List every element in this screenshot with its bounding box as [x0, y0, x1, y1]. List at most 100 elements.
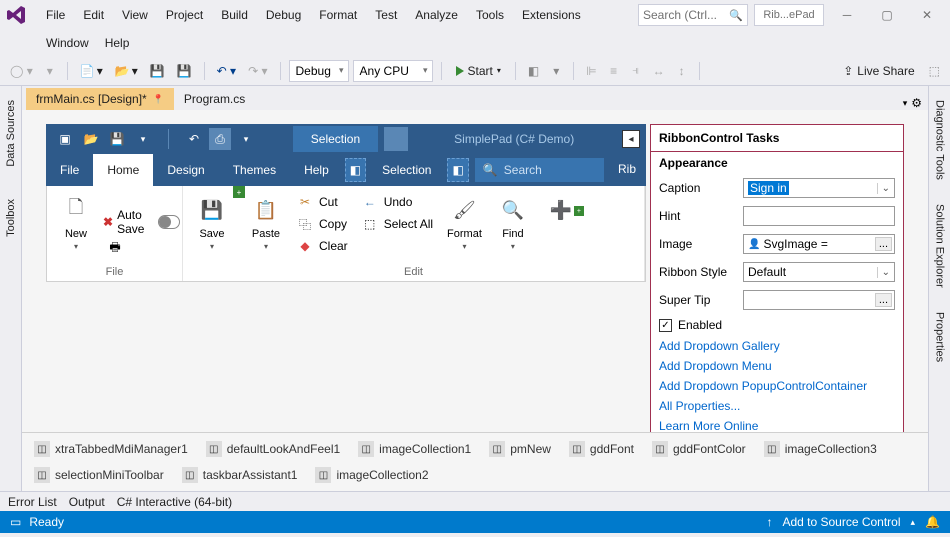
menu-test[interactable]: Test: [367, 4, 405, 26]
toggle-icon[interactable]: [158, 215, 180, 229]
component-item[interactable]: ◫selectionMiniToolbar: [34, 467, 164, 483]
rail-solution-explorer[interactable]: Solution Explorer: [932, 198, 948, 294]
component-item[interactable]: ◫imageCollection1: [358, 441, 471, 457]
qat-app-icon[interactable]: ▣: [54, 128, 76, 150]
component-item[interactable]: ◫taskbarAssistant1: [182, 467, 298, 483]
tb-icon-2[interactable]: ▾: [547, 62, 565, 80]
smart-tag-icon[interactable]: ◂: [622, 130, 640, 148]
undo-button[interactable]: ↶ ▾: [213, 62, 240, 80]
supertip-input[interactable]: [743, 290, 895, 310]
save-button[interactable]: 💾: [146, 62, 169, 80]
notifications-icon[interactable]: 🔔: [925, 515, 940, 529]
align-right-icon[interactable]: ⫣: [627, 61, 645, 80]
menu-debug[interactable]: Debug: [258, 4, 309, 26]
pin-icon[interactable]: 📍: [153, 94, 164, 105]
component-item[interactable]: ◫defaultLookAndFeel1: [206, 441, 340, 457]
component-item[interactable]: ◫gddFontColor: [652, 441, 746, 457]
menu-window[interactable]: Window: [38, 32, 97, 54]
menu-extensions[interactable]: Extensions: [514, 4, 589, 26]
solution-name[interactable]: Rib...ePad: [754, 4, 824, 26]
component-item[interactable]: ◫xtraTabbedMdiManager1: [34, 441, 188, 457]
menu-analyze[interactable]: Analyze: [407, 4, 466, 26]
tab-program-cs[interactable]: Program.cs: [174, 88, 255, 110]
ribbon-tab-themes[interactable]: Themes: [219, 154, 290, 186]
copy-button[interactable]: ⿻Copy: [293, 214, 352, 234]
find-button[interactable]: 🔍 Find ▾: [492, 192, 534, 253]
enabled-checkbox[interactable]: ✓ Enabled: [651, 314, 903, 336]
style-combo[interactable]: Default: [743, 262, 895, 282]
open-button[interactable]: 📂▾: [111, 62, 142, 80]
rail-properties[interactable]: Properties: [932, 306, 948, 368]
qat-save-icon[interactable]: 💾: [106, 128, 128, 150]
gear-icon[interactable]: ⚙: [911, 96, 922, 110]
qat-undo-icon[interactable]: ↶: [183, 128, 205, 150]
image-input[interactable]: 👤SvgImage =: [743, 234, 895, 254]
start-debug-button[interactable]: Start ▾: [450, 62, 507, 80]
ribbon-sep-icon[interactable]: ◧: [345, 158, 366, 182]
link-add-gallery[interactable]: Add Dropdown Gallery: [651, 336, 903, 356]
configuration-combo[interactable]: Debug: [289, 60, 349, 82]
qat-print-icon[interactable]: ⎙: [209, 128, 231, 150]
rail-data-sources[interactable]: Data Sources: [3, 94, 19, 173]
save-all-button[interactable]: 💾: [173, 62, 196, 80]
ribbon-tab-home[interactable]: Home: [93, 154, 153, 186]
link-all-properties[interactable]: All Properties...: [651, 396, 903, 416]
bottom-tab-error-list[interactable]: Error List: [8, 495, 57, 509]
ribbon-tab-design[interactable]: Design: [153, 154, 218, 186]
component-item[interactable]: ◫pmNew: [489, 441, 551, 457]
rail-toolbox[interactable]: Toolbox: [3, 193, 19, 243]
ribbon-sep-icon2[interactable]: ◧: [447, 158, 468, 182]
minimize-button[interactable]: ─: [830, 3, 864, 27]
ribbon-more-button[interactable]: ➕ +: [540, 192, 582, 228]
align-center-icon[interactable]: ≡: [605, 62, 623, 80]
autosave-toggle[interactable]: ✖ Auto Save: [103, 208, 180, 236]
ribbon-title-selection-tab[interactable]: Selection: [293, 126, 378, 152]
tab-dropdown-icon[interactable]: ▾: [903, 98, 908, 109]
menu-file[interactable]: File: [38, 4, 73, 26]
menu-help[interactable]: Help: [97, 32, 138, 54]
rail-diagnostic-tools[interactable]: Diagnostic Tools: [932, 94, 948, 186]
link-learn-more[interactable]: Learn More Online: [651, 416, 903, 432]
undo-button-ribbon[interactable]: ←Undo: [358, 192, 437, 212]
clear-button[interactable]: ◆Clear: [293, 236, 352, 256]
caption-input[interactable]: Sign in: [743, 178, 895, 198]
menu-build[interactable]: Build: [213, 4, 256, 26]
menu-view[interactable]: View: [114, 4, 156, 26]
component-item[interactable]: ◫imageCollection2: [315, 467, 428, 483]
maximize-button[interactable]: ▢: [870, 3, 904, 27]
close-button[interactable]: ✕: [910, 3, 944, 27]
nav-back-button[interactable]: ◯ ▾: [6, 62, 37, 80]
ribbon-tab-selection[interactable]: Selection: [368, 154, 445, 186]
tb-icon-1[interactable]: ◧: [524, 62, 543, 80]
format-button[interactable]: 🖌 Format ▾: [443, 192, 486, 253]
platform-combo[interactable]: Any CPU: [353, 60, 433, 82]
feedback-icon[interactable]: ⬚: [925, 62, 944, 80]
paste-button[interactable]: 📋 Paste ▾: [245, 192, 287, 253]
live-share-button[interactable]: ⇪ Live Share: [837, 62, 920, 80]
ribbon-tab-file[interactable]: File: [46, 154, 93, 186]
menu-tools[interactable]: Tools: [468, 4, 512, 26]
save-button-ribbon[interactable]: 💾 Save ▾: [191, 192, 233, 253]
source-control-button[interactable]: Add to Source Control: [782, 515, 900, 529]
cut-button[interactable]: ✂Cut: [293, 192, 352, 212]
link-add-popup[interactable]: Add Dropdown PopupControlContainer: [651, 376, 903, 396]
selectall-button[interactable]: ⬚Select All: [358, 214, 437, 234]
bottom-tab-output[interactable]: Output: [69, 495, 105, 509]
link-add-menu[interactable]: Add Dropdown Menu: [651, 356, 903, 376]
new-project-button[interactable]: 📄▾: [76, 62, 107, 80]
distribute-h-icon[interactable]: ↔: [649, 62, 669, 80]
print-button[interactable]: 🖶: [103, 238, 180, 258]
nav-fwd-button[interactable]: ▾: [41, 62, 59, 80]
chevron-up-icon[interactable]: ▴: [911, 517, 916, 528]
menu-project[interactable]: Project: [158, 4, 211, 26]
quick-launch-search[interactable]: Search (Ctrl... 🔍: [638, 4, 748, 26]
component-item[interactable]: ◫imageCollection3: [764, 441, 877, 457]
qat-open-icon[interactable]: 📂: [80, 128, 102, 150]
hint-input[interactable]: [743, 206, 895, 226]
redo-button[interactable]: ↷ ▾: [244, 62, 271, 80]
menu-edit[interactable]: Edit: [75, 4, 112, 26]
ribbon-search-box[interactable]: 🔍 Search: [475, 158, 604, 182]
qat-dropdown2-icon[interactable]: ▾: [235, 128, 257, 150]
distribute-v-icon[interactable]: ↕: [673, 62, 691, 80]
new-button[interactable]: 🗋 New ▾: [55, 192, 97, 253]
